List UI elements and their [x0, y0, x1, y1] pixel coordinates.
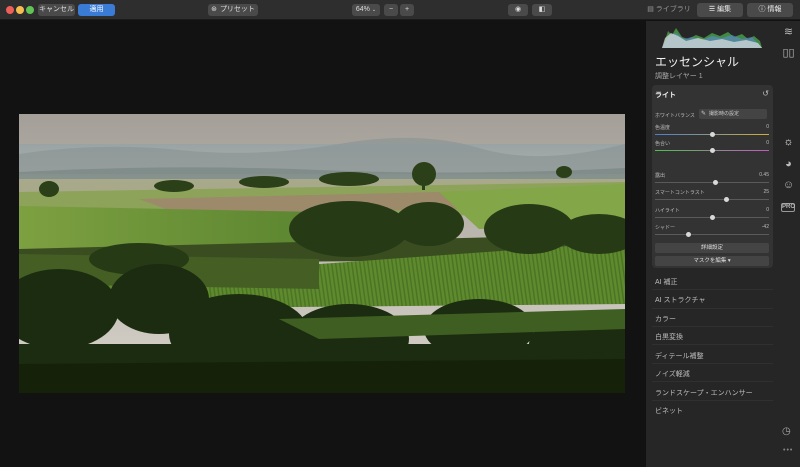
- section-black-white[interactable]: 白黒変換: [655, 332, 683, 342]
- divider: [652, 326, 773, 327]
- sun-icon[interactable]: ☼: [781, 135, 796, 150]
- image-canvas[interactable]: [0, 21, 644, 467]
- slider-knob[interactable]: [710, 148, 715, 153]
- slider-label: 色合い: [655, 141, 671, 147]
- zoom-select[interactable]: 64% ⌄: [352, 4, 380, 16]
- tab-info[interactable]: ⓘ 情報: [747, 3, 793, 17]
- info-icon: ⓘ: [758, 6, 766, 13]
- slider-value: 0: [766, 207, 769, 213]
- eyedropper-icon[interactable]: ✎: [701, 109, 706, 119]
- tools-iconbar: ≋ ▯▯ ☼ ◕ ☺ PRO: [777, 21, 800, 467]
- divider: [652, 400, 773, 401]
- exposure-slider[interactable]: 露出 0.45: [655, 172, 769, 186]
- more-icon[interactable]: •••: [783, 447, 793, 454]
- library-icon: ▤: [647, 6, 654, 13]
- compare-view-button[interactable]: ◧: [532, 4, 552, 16]
- slider-label: 露出: [655, 173, 666, 179]
- slider-label: スマートコントラスト: [655, 190, 705, 196]
- section-vignette[interactable]: ビネット: [655, 406, 683, 416]
- tint-slider[interactable]: 色合い 0: [655, 140, 769, 154]
- preview-toggle-button[interactable]: ◉: [508, 4, 528, 16]
- slider-value: 0.45: [759, 172, 769, 178]
- advanced-settings-button[interactable]: 詳細設定: [655, 243, 769, 253]
- divider: [652, 308, 773, 309]
- tab-library[interactable]: ▤ ライブラリ: [645, 3, 693, 17]
- eye-icon: ◉: [514, 6, 522, 13]
- face-icon[interactable]: ☺: [781, 178, 796, 193]
- section-denoise[interactable]: ノイズ軽減: [655, 369, 690, 379]
- highlights-slider[interactable]: ハイライト 0: [655, 207, 769, 221]
- white-balance-value: 撮影時の設定: [709, 111, 740, 117]
- histogram: [662, 28, 762, 48]
- section-color[interactable]: カラー: [655, 314, 676, 324]
- temperature-slider[interactable]: 色温度 0: [655, 124, 769, 138]
- slider-knob[interactable]: [710, 215, 715, 220]
- palette-icon[interactable]: ◕: [781, 157, 796, 172]
- adjustments-panel: エッセンシャル 調整レイヤー 1 ライト ↺ ホワイトバランス ✎ 撮影時の設定…: [645, 21, 777, 467]
- sliders-icon: ☰: [708, 6, 716, 13]
- divider: [652, 344, 773, 345]
- shadows-slider[interactable]: シャドー -42: [655, 224, 769, 238]
- compare-icon[interactable]: ▯▯: [781, 46, 796, 61]
- slider-label: 色温度: [655, 125, 671, 131]
- light-section: ライト ↺ ホワイトバランス ✎ 撮影時の設定 色温度 0 色合い 0 露出 0…: [652, 85, 773, 268]
- section-details[interactable]: ディテール補整: [655, 351, 704, 361]
- section-ai-enhance[interactable]: AI 補正: [655, 277, 678, 287]
- toolbar: キャンセル 適用 ⊛ プリセット 64% ⌄ − + ◉ ◧ ▤ ライブラリ ☰ 編…: [0, 0, 800, 20]
- slider-knob[interactable]: [686, 232, 692, 237]
- slider-track[interactable]: [655, 234, 769, 235]
- presets-button[interactable]: ⊛ プリセット: [208, 4, 258, 16]
- tab-edit[interactable]: ☰ 編集: [697, 3, 743, 17]
- zoom-value: 64%: [355, 6, 370, 13]
- slider-knob[interactable]: [713, 180, 719, 185]
- landscape-photo: [19, 114, 625, 393]
- tab-info-label: 情報: [767, 6, 782, 13]
- slider-value: 25: [763, 189, 769, 195]
- apply-button[interactable]: 適用: [78, 4, 115, 16]
- section-ai-structure[interactable]: AI ストラクチャ: [655, 295, 706, 305]
- slider-track[interactable]: [655, 182, 769, 183]
- presets-icon: ⊛: [211, 6, 217, 13]
- pro-badge[interactable]: PRO: [781, 203, 795, 212]
- zoom-out-button[interactable]: −: [384, 4, 398, 16]
- layers-icon[interactable]: ≋: [781, 25, 796, 40]
- chevron-down-icon: ⌄: [371, 7, 377, 13]
- slider-label: ハイライト: [655, 208, 680, 214]
- divider: [652, 381, 773, 382]
- panel-title: エッセンシャル: [655, 55, 740, 69]
- tab-edit-label: 編集: [717, 6, 732, 13]
- slider-track[interactable]: [655, 199, 769, 200]
- mode-tabs: ▤ ライブラリ ☰ 編集 ⓘ 情報: [645, 3, 795, 17]
- cancel-button[interactable]: キャンセル: [38, 4, 75, 16]
- slider-label: シャドー: [655, 225, 676, 231]
- split-view-icon: ◧: [538, 6, 546, 13]
- presets-label: プリセット: [219, 6, 255, 13]
- zoom-window-button[interactable]: [26, 6, 34, 14]
- close-window-button[interactable]: [6, 6, 14, 14]
- slider-knob[interactable]: [724, 197, 730, 202]
- section-landscape-enhancer[interactable]: ランドスケープ・エンハンサー: [655, 388, 753, 398]
- divider: [652, 363, 773, 364]
- light-section-title[interactable]: ライト: [655, 90, 676, 100]
- tab-library-label: ライブラリ: [655, 6, 691, 13]
- history-icon[interactable]: ◷: [782, 426, 791, 437]
- divider: [652, 289, 773, 290]
- slider-value: 0: [766, 140, 769, 146]
- white-balance-label: ホワイトバランス: [655, 113, 695, 119]
- smart-contrast-slider[interactable]: スマートコントラスト 25: [655, 189, 769, 203]
- zoom-in-button[interactable]: +: [400, 4, 414, 16]
- minimize-window-button[interactable]: [16, 6, 24, 14]
- reset-icon[interactable]: ↺: [762, 89, 769, 98]
- edit-mask-button[interactable]: マスクを編集 ▾: [655, 256, 769, 266]
- slider-value: 0: [766, 124, 769, 130]
- white-balance-select[interactable]: ✎ 撮影時の設定: [699, 109, 767, 119]
- slider-knob[interactable]: [710, 132, 715, 137]
- slider-value: -42: [761, 224, 769, 230]
- layer-name[interactable]: 調整レイヤー 1: [655, 71, 703, 81]
